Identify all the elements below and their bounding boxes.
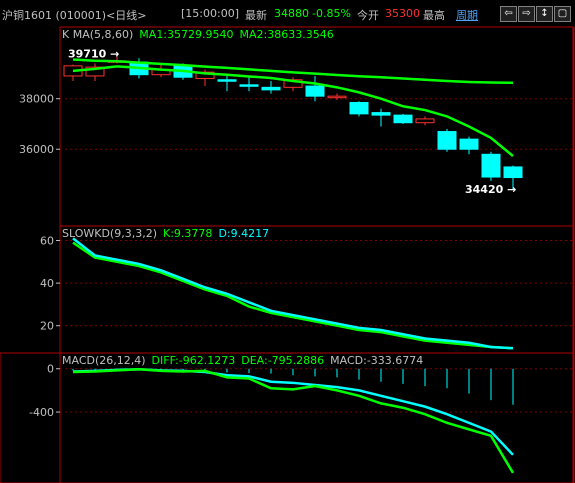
open-label: 今开 <box>357 9 379 22</box>
ytick-label-1-0: 20 <box>40 320 54 333</box>
high-label: 最高 <box>423 9 445 22</box>
latest-value: 34880 <box>274 7 309 20</box>
candle-body <box>217 79 237 82</box>
ytick-label-0-0: 36000 <box>19 143 54 156</box>
legend-0-ma1: MA1:35729.9540 <box>139 28 233 41</box>
high-price-label: 39710 → <box>68 47 119 60</box>
chart-area[interactable]: 36000 38000 39710 → 34420 → K MA(5,8,60) MA1:… <box>0 26 575 483</box>
candle-body <box>371 112 391 116</box>
d-line <box>72 241 514 350</box>
ytick-label-1-1: 40 <box>40 277 54 290</box>
ytick-label-1-2: 60 <box>40 235 54 248</box>
ytick-label-0-1: 38000 <box>19 93 54 106</box>
contract-title: 沪铜1601 (010001)<日线> <box>2 9 147 22</box>
panel-title-2: MACD(26,12,4) <box>62 354 146 367</box>
open-value: 35300 <box>385 7 420 20</box>
low-price-label: 34420 → <box>465 183 516 196</box>
panel-border-1 <box>59 225 574 354</box>
title-bar: 沪铜1601 (010001)<日线> [15:00:00] 最新 34880 … <box>0 0 575 26</box>
panel-title-0: K MA(5,8,60) <box>62 28 133 41</box>
scroll-left-button[interactable]: ⇦ <box>500 6 517 22</box>
legend-2-dea: DEA:-795.2886 <box>241 354 324 367</box>
panel-title-1: SLOWKD(9,3,3,2) <box>62 227 157 240</box>
legend-1-d: D:9.4217 <box>218 227 269 240</box>
legend-1-k: K:9.3778 <box>163 227 212 240</box>
candle-body <box>305 85 325 97</box>
legend-0-ma2: MA2:38633.3546 <box>240 28 334 41</box>
ytick-label-2-1: -400 <box>29 406 54 419</box>
legend-2-macd: MACD:-333.6774 <box>330 354 423 367</box>
legend-2-diff: DIFF:-962.1273 <box>152 354 236 367</box>
latest-label: 最新 <box>245 9 267 22</box>
candle-body <box>393 114 413 124</box>
change-value: -0.85% <box>312 7 351 20</box>
candle-body <box>415 118 435 124</box>
candle-body <box>261 86 281 91</box>
panel-border-2 <box>59 352 574 483</box>
candle-body <box>327 95 347 99</box>
maximize-button[interactable]: ▢ <box>554 6 571 22</box>
k-line <box>72 237 514 350</box>
candle-body <box>437 131 457 150</box>
ytick-label-2-0: 0 <box>47 363 54 376</box>
period-link[interactable]: 周期 <box>456 7 478 23</box>
scroll-right-button[interactable]: ⇨ <box>518 6 535 22</box>
candle-body <box>239 84 259 87</box>
time-label: [15:00:00] <box>181 7 239 20</box>
candle-body <box>459 138 479 150</box>
candle-body <box>349 101 369 115</box>
candle-body <box>481 153 501 178</box>
candle-body <box>503 166 523 179</box>
zoom-button[interactable]: ↕ <box>536 6 553 22</box>
